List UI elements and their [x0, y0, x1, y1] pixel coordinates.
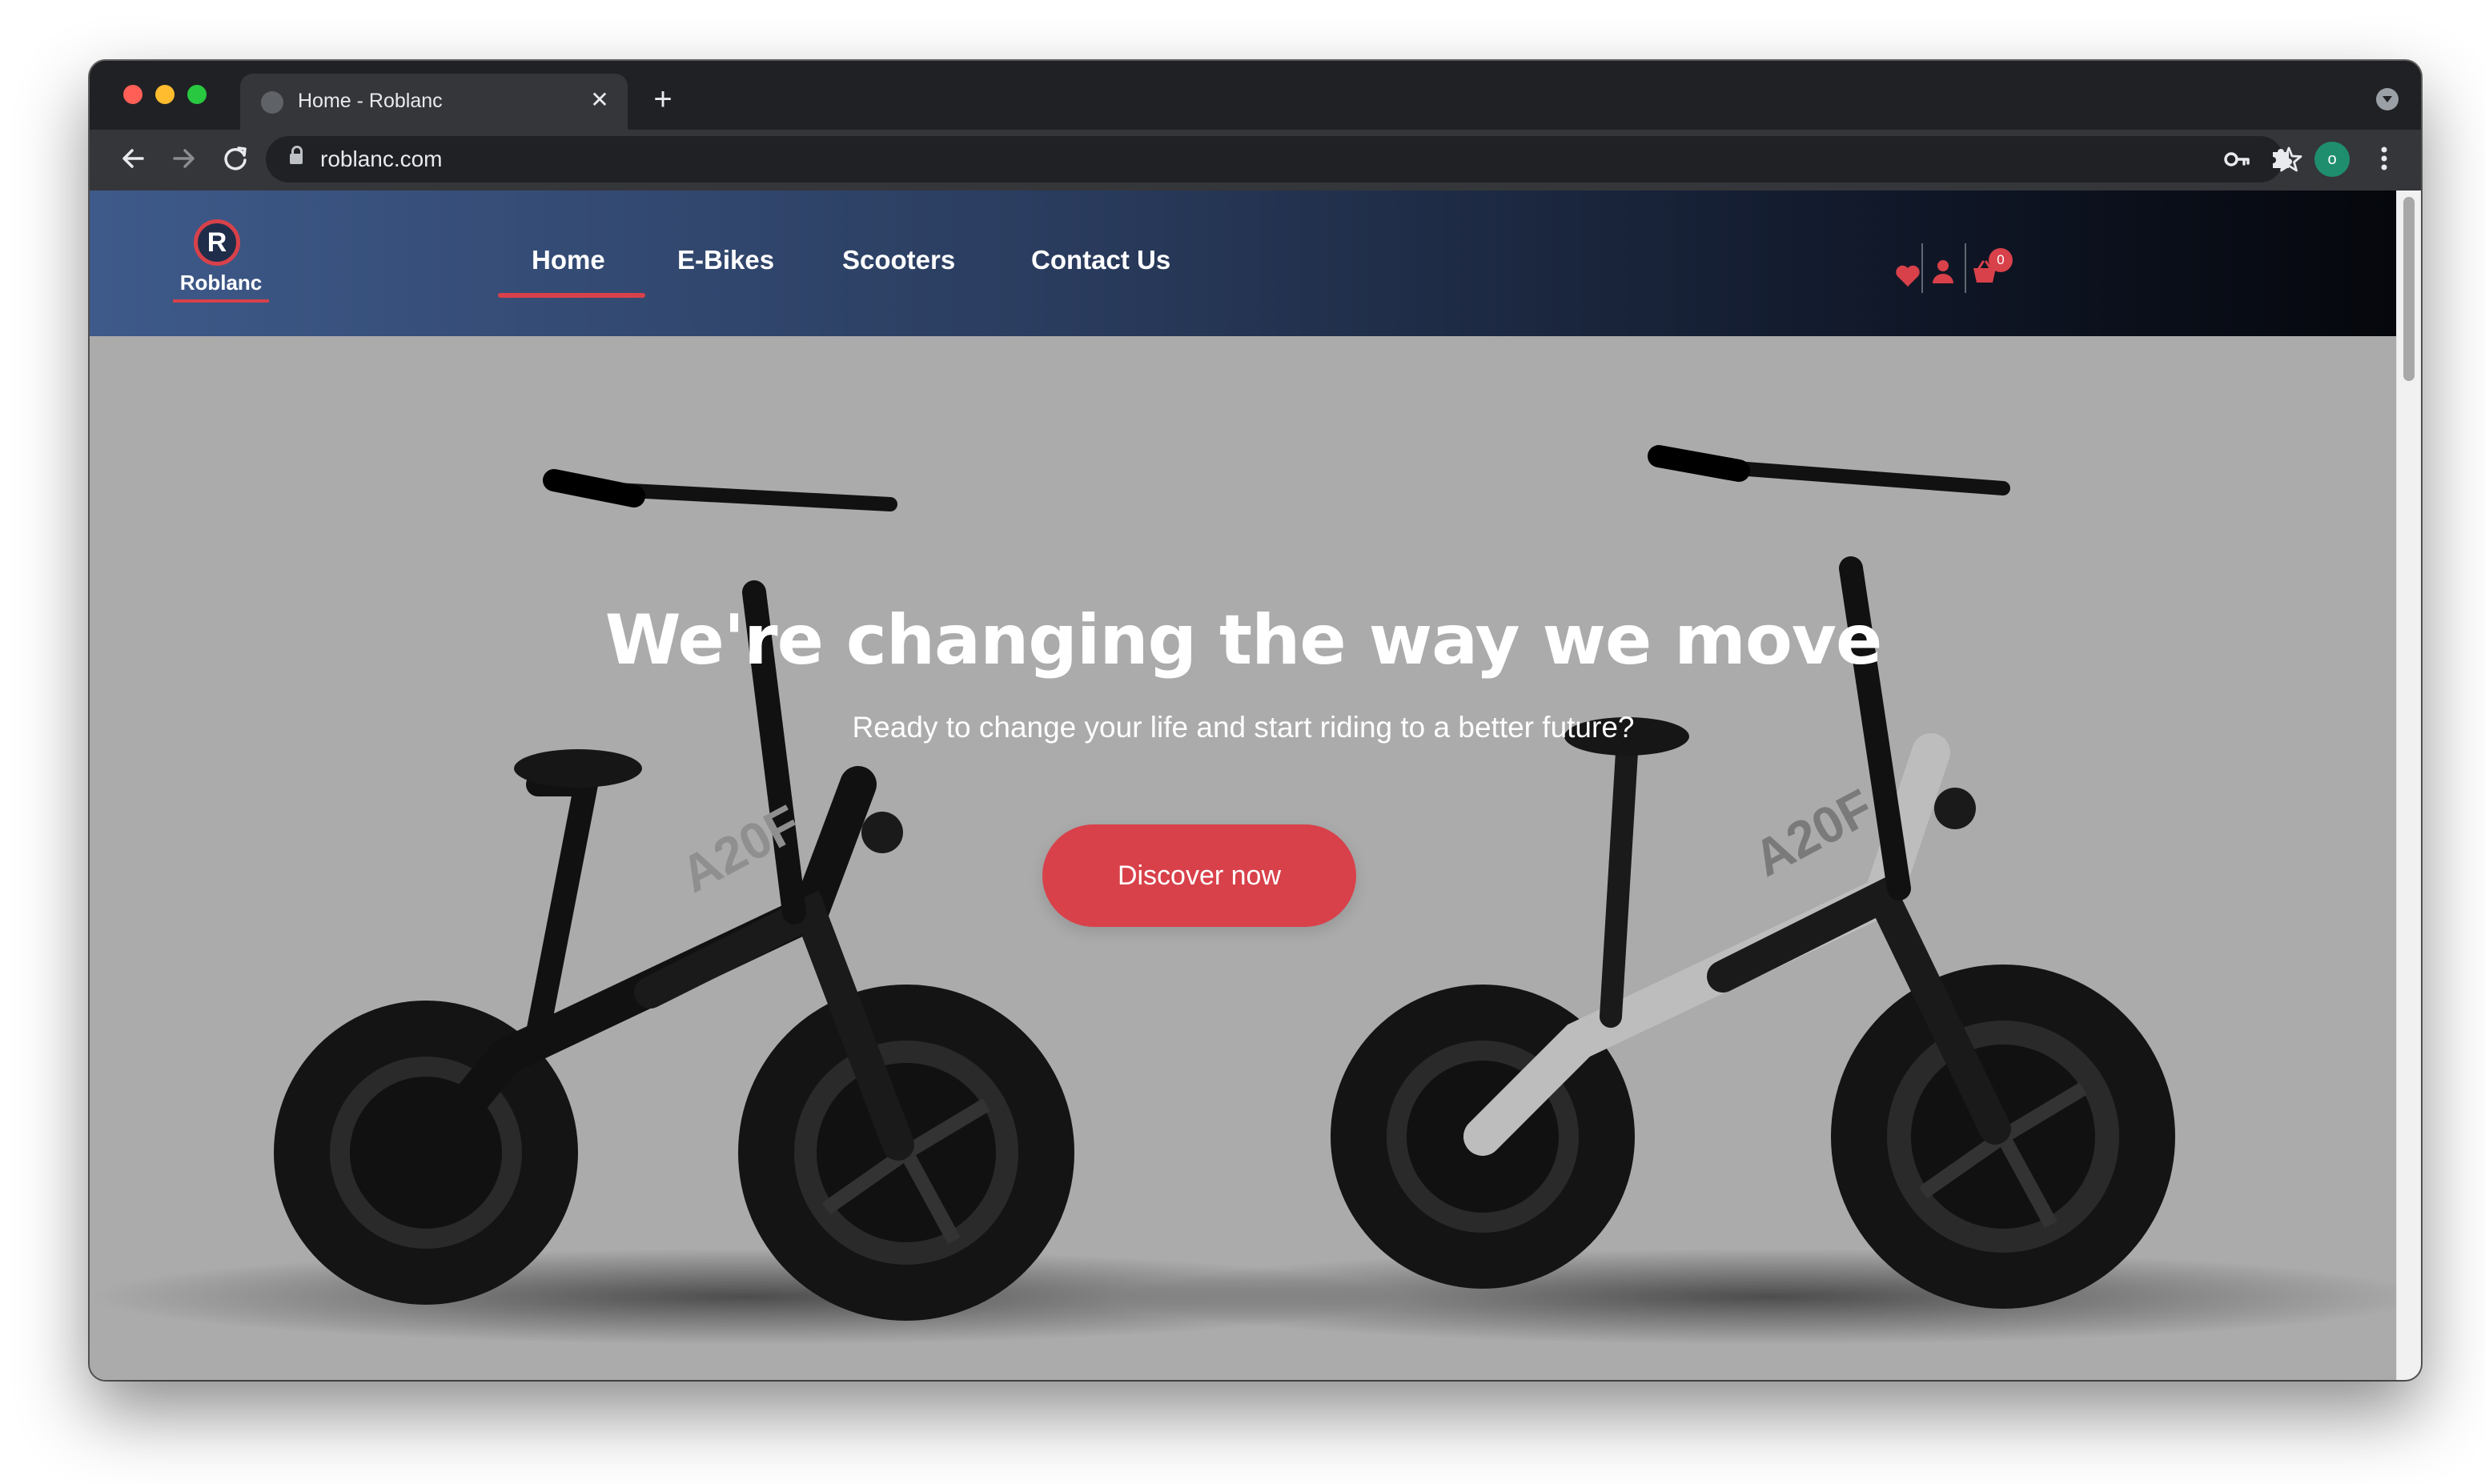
profile-avatar[interactable]: o: [2314, 142, 2350, 177]
close-window-button[interactable]: [123, 85, 143, 104]
tab-title: Home - Roblanc: [298, 90, 443, 112]
maximize-window-button[interactable]: [187, 85, 207, 104]
bike-right: A20F: [1331, 445, 2175, 1309]
site-logo[interactable]: R Roblanc: [171, 219, 271, 309]
cart-count-badge: 0: [1989, 248, 2013, 272]
globe-icon: [261, 91, 283, 114]
header-divider: [1921, 243, 1923, 293]
page-viewport: R Roblanc Home E-Bikes Scooters Contact …: [90, 191, 2421, 1380]
lock-icon[interactable]: [290, 146, 303, 164]
browser-menu-icon[interactable]: [2363, 138, 2405, 179]
nav-home[interactable]: Home: [532, 245, 605, 275]
nav-contact-us[interactable]: Contact Us: [1031, 245, 1170, 275]
logo-underline: [173, 299, 269, 303]
site-header: R Roblanc Home E-Bikes Scooters Contact …: [90, 191, 2397, 336]
close-tab-icon[interactable]: ✕: [586, 86, 613, 114]
account-user-icon[interactable]: [1931, 258, 1955, 289]
hero-title: We're changing the way we move: [604, 600, 1883, 680]
address-bar[interactable]: roblanc.com: [266, 136, 2302, 182]
hero-subtitle: Ready to change your life and start ridi…: [852, 711, 1635, 744]
hero-section: A20F A20F We're changing the way we move…: [90, 336, 2397, 1380]
bike-right-model-label: A20F: [1744, 778, 1882, 888]
browser-window: Home - Roblanc ✕ + roblanc.com o R Robla…: [90, 61, 2421, 1380]
browser-tab[interactable]: Home - Roblanc ✕: [240, 74, 628, 130]
discover-now-button[interactable]: Discover now: [1042, 824, 1356, 927]
extensions-puzzle-icon[interactable]: [2260, 138, 2302, 179]
page-scrollbar[interactable]: [2396, 191, 2421, 1380]
active-nav-indicator: [498, 293, 645, 298]
scrollbar-thumb[interactable]: [2403, 197, 2415, 381]
logo-wordmark: Roblanc: [179, 271, 263, 295]
header-actions: 0: [1877, 239, 2013, 295]
tab-strip: Home - Roblanc ✕ +: [90, 61, 2421, 130]
tab-search-icon[interactable]: [2376, 88, 2399, 110]
logo-badge: R: [194, 219, 240, 266]
new-tab-button[interactable]: +: [644, 82, 682, 120]
nav-ebikes[interactable]: E-Bikes: [677, 245, 774, 275]
back-icon[interactable]: [112, 138, 154, 179]
minimize-window-button[interactable]: [155, 85, 175, 104]
header-divider: [1965, 243, 1966, 293]
reload-icon[interactable]: [215, 138, 256, 179]
key-icon[interactable]: [2219, 141, 2256, 178]
browser-toolbar: roblanc.com o: [90, 130, 2421, 191]
forward-icon[interactable]: [163, 138, 205, 179]
nav-scooters[interactable]: Scooters: [842, 245, 955, 275]
wishlist-heart-icon[interactable]: [1894, 264, 1921, 292]
url-text[interactable]: roblanc.com: [320, 146, 443, 172]
